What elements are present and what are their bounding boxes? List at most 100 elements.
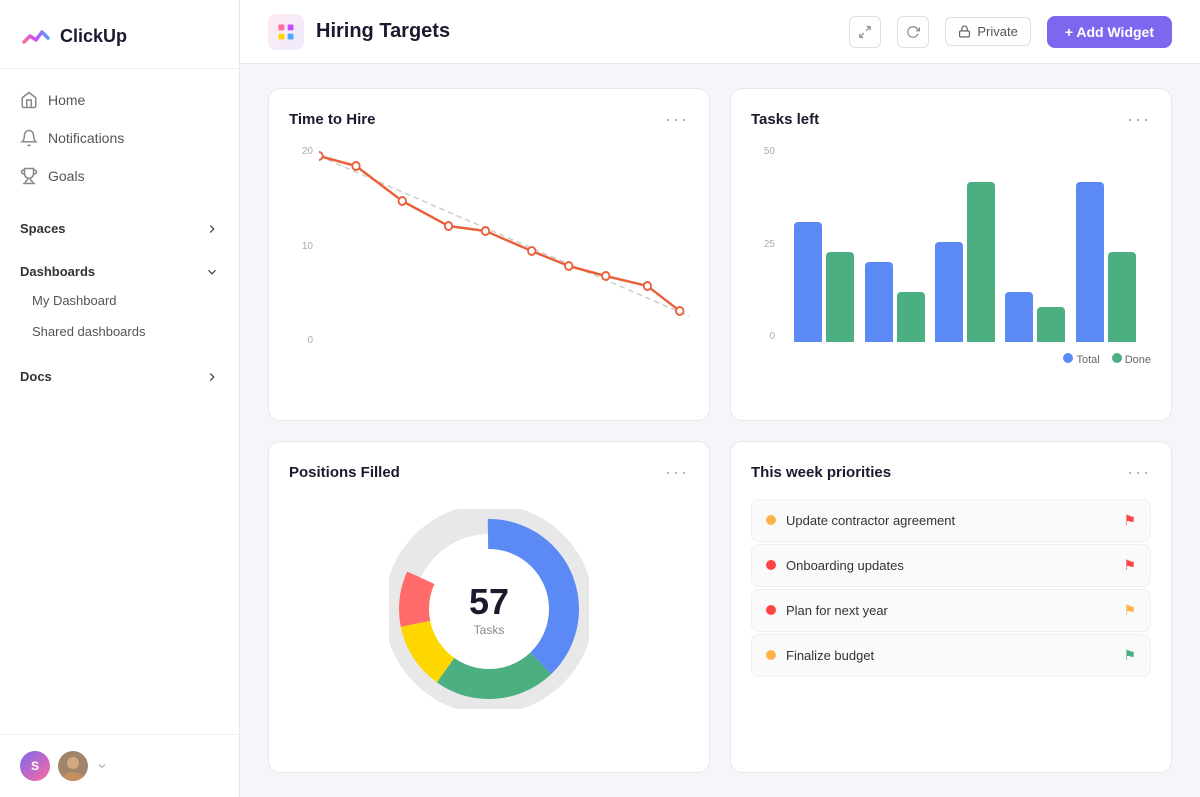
bar-group-4: [1005, 292, 1065, 342]
positions-filled-title: Positions Filled: [289, 464, 400, 481]
sidebar: ClickUp Home Notifications Goals Spaces …: [0, 0, 240, 797]
tasks-left-menu[interactable]: ···: [1127, 109, 1151, 130]
sidebar-item-notifications-label: Notifications: [48, 130, 124, 146]
legend-total-label: Total: [1076, 354, 1099, 366]
sidebar-spaces-section[interactable]: Spaces: [0, 207, 239, 242]
sidebar-item-shared-dashboards[interactable]: Shared dashboards: [0, 316, 239, 347]
flag-icon-1: ⚑: [1123, 512, 1136, 529]
dashboards-label: Dashboards: [20, 264, 95, 279]
sidebar-item-home[interactable]: Home: [0, 81, 239, 119]
bar-total-2: [865, 262, 893, 342]
private-label: Private: [977, 24, 1017, 39]
main-content: Hiring Targets Private + Add Widget Time…: [240, 0, 1200, 797]
bar-total-1: [794, 222, 822, 342]
topbar-left: Hiring Targets: [268, 14, 450, 50]
priority-item-2: Onboarding updates ⚑: [751, 544, 1151, 587]
clickup-logo-icon: [20, 20, 52, 52]
bar-done-4: [1037, 307, 1065, 342]
refresh-icon: [906, 25, 920, 39]
sidebar-item-goals[interactable]: Goals: [0, 157, 239, 195]
sidebar-item-my-dashboard[interactable]: My Dashboard: [0, 285, 239, 316]
topbar-right: Private + Add Widget: [849, 16, 1172, 48]
positions-filled-menu[interactable]: ···: [665, 462, 689, 483]
tasks-left-title: Tasks left: [751, 111, 819, 128]
bar-group-1: [794, 222, 854, 342]
sidebar-dashboards-section[interactable]: Dashboards: [0, 250, 239, 285]
priority-label-2: Onboarding updates: [786, 558, 904, 573]
sidebar-item-notifications[interactable]: Notifications: [0, 119, 239, 157]
dashboard-icon: [268, 14, 304, 50]
bell-icon: [20, 129, 38, 147]
donut-sub: Tasks: [469, 623, 509, 637]
time-to-hire-plot: [319, 146, 689, 326]
refresh-button[interactable]: [897, 16, 929, 48]
chevron-right-icon: [205, 222, 219, 236]
private-badge[interactable]: Private: [945, 17, 1030, 46]
chevron-down-icon: [205, 265, 219, 279]
logo-area: ClickUp: [0, 0, 239, 69]
bar-done-3: [967, 182, 995, 342]
bar-done-1: [826, 252, 854, 342]
legend-total-dot: [1063, 353, 1073, 363]
bar-legend: Total Done: [1063, 353, 1151, 366]
positions-filled-card: Positions Filled ···: [268, 441, 710, 774]
avatar-initial[interactable]: S: [20, 751, 50, 781]
priority-dot-1: [766, 515, 776, 525]
legend-done-label: Done: [1125, 354, 1151, 366]
priority-list: Update contractor agreement ⚑ Onboarding…: [751, 499, 1151, 677]
priority-dot-2: [766, 560, 776, 570]
priorities-card: This week priorities ··· Update contract…: [730, 441, 1172, 774]
bar-chart-plot: [779, 146, 1151, 342]
topbar: Hiring Targets Private + Add Widget: [240, 0, 1200, 64]
priority-item-3: Plan for next year ⚑: [751, 589, 1151, 632]
my-dashboard-label: My Dashboard: [32, 293, 117, 308]
legend-done-dot: [1112, 353, 1122, 363]
donut-count: 57: [469, 581, 509, 623]
priorities-title: This week priorities: [751, 464, 891, 481]
sidebar-item-goals-label: Goals: [48, 168, 85, 184]
priority-label-4: Finalize budget: [786, 648, 874, 663]
positions-filled-header: Positions Filled ···: [289, 462, 689, 483]
bar-total-5: [1076, 182, 1104, 342]
grid-icon: [276, 22, 296, 42]
flag-icon-4: ⚑: [1123, 647, 1136, 664]
donut-chart: 57 Tasks: [289, 499, 689, 719]
priority-label-3: Plan for next year: [786, 603, 888, 618]
priority-item-4: Finalize budget ⚑: [751, 634, 1151, 677]
priority-label-1: Update contractor agreement: [786, 513, 955, 528]
chevron-down-user-icon: [96, 760, 108, 772]
expand-button[interactable]: [849, 16, 881, 48]
docs-label: Docs: [20, 369, 52, 384]
trophy-icon: [20, 167, 38, 185]
bar-group-5: [1076, 182, 1136, 342]
time-to-hire-title: Time to Hire: [289, 111, 375, 128]
chevron-right-icon-docs: [205, 370, 219, 384]
bar-total-3: [935, 242, 963, 342]
priorities-menu[interactable]: ···: [1127, 462, 1151, 483]
logo-text: ClickUp: [60, 26, 127, 47]
time-to-hire-menu[interactable]: ···: [665, 109, 689, 130]
bar-group-2: [865, 262, 925, 342]
dashboard-grid: Time to Hire ··· 20 10 0: [240, 64, 1200, 797]
shared-dashboards-label: Shared dashboards: [32, 324, 145, 339]
home-icon: [20, 91, 38, 109]
sidebar-docs-section[interactable]: Docs: [0, 355, 239, 390]
sidebar-footer: S: [0, 734, 239, 797]
sidebar-nav: Home Notifications Goals Spaces Dashboar…: [0, 69, 239, 734]
priorities-header: This week priorities ···: [751, 462, 1151, 483]
bar-group-3: [935, 182, 995, 342]
avatar-photo: [58, 751, 88, 781]
time-to-hire-chart: 20 10 0: [289, 146, 689, 346]
tasks-left-header: Tasks left ···: [751, 109, 1151, 130]
tasks-left-yaxis: 50 25 0: [751, 146, 779, 342]
time-to-hire-card: Time to Hire ··· 20 10 0: [268, 88, 710, 421]
tasks-left-chart: 50 25 0: [751, 146, 1151, 366]
bar-total-4: [1005, 292, 1033, 342]
priority-dot-4: [766, 650, 776, 660]
add-widget-button[interactable]: + Add Widget: [1047, 16, 1172, 48]
page-title: Hiring Targets: [316, 20, 450, 43]
tasks-left-card: Tasks left ··· 50 25 0: [730, 88, 1172, 421]
priority-dot-3: [766, 605, 776, 615]
spaces-label: Spaces: [20, 221, 66, 236]
lock-icon: [958, 25, 971, 38]
